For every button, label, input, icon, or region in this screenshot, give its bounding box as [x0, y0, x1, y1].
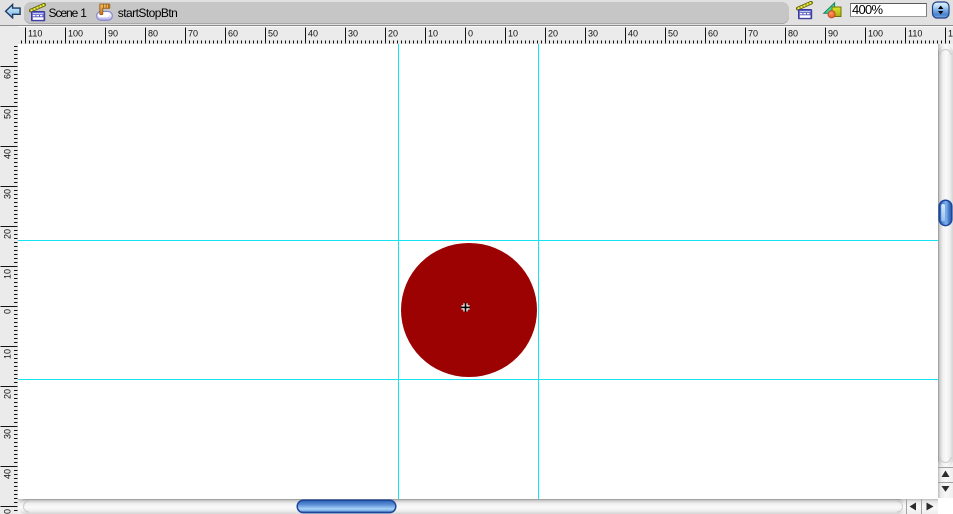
svg-text:0: 0	[3, 309, 13, 314]
svg-text:40: 40	[308, 29, 318, 39]
svg-text:60: 60	[228, 29, 238, 39]
svg-text:50: 50	[668, 29, 678, 39]
svg-text:80: 80	[788, 29, 798, 39]
svg-text:10: 10	[508, 29, 518, 39]
svg-text:10: 10	[3, 269, 13, 279]
svg-text:50: 50	[3, 109, 13, 119]
svg-text:110: 110	[908, 29, 922, 39]
svg-text:10: 10	[3, 349, 13, 359]
svg-text:30: 30	[588, 29, 598, 39]
svg-text:20: 20	[388, 29, 398, 39]
svg-text:90: 90	[828, 29, 838, 39]
svg-text:30: 30	[348, 29, 358, 39]
svg-text:20: 20	[3, 389, 13, 399]
svg-text:100: 100	[868, 29, 883, 39]
svg-text:40: 40	[3, 149, 13, 159]
svg-text:10: 10	[428, 29, 438, 39]
svg-text:0: 0	[468, 29, 473, 39]
svg-text:120: 120	[948, 29, 953, 39]
svg-text:50: 50	[3, 509, 13, 514]
svg-text:40: 40	[3, 469, 13, 479]
svg-text:20: 20	[3, 229, 13, 239]
svg-text:50: 50	[268, 29, 278, 39]
svg-text:80: 80	[148, 29, 158, 39]
svg-text:70: 70	[748, 29, 758, 39]
svg-text:70: 70	[188, 29, 198, 39]
svg-text:30: 30	[3, 189, 13, 199]
svg-text:40: 40	[628, 29, 638, 39]
svg-text:90: 90	[108, 29, 118, 39]
svg-text:60: 60	[3, 69, 13, 79]
svg-text:20: 20	[548, 29, 558, 39]
svg-text:30: 30	[3, 429, 13, 439]
svg-text:110: 110	[28, 29, 42, 39]
svg-text:60: 60	[708, 29, 718, 39]
svg-text:100: 100	[68, 29, 83, 39]
